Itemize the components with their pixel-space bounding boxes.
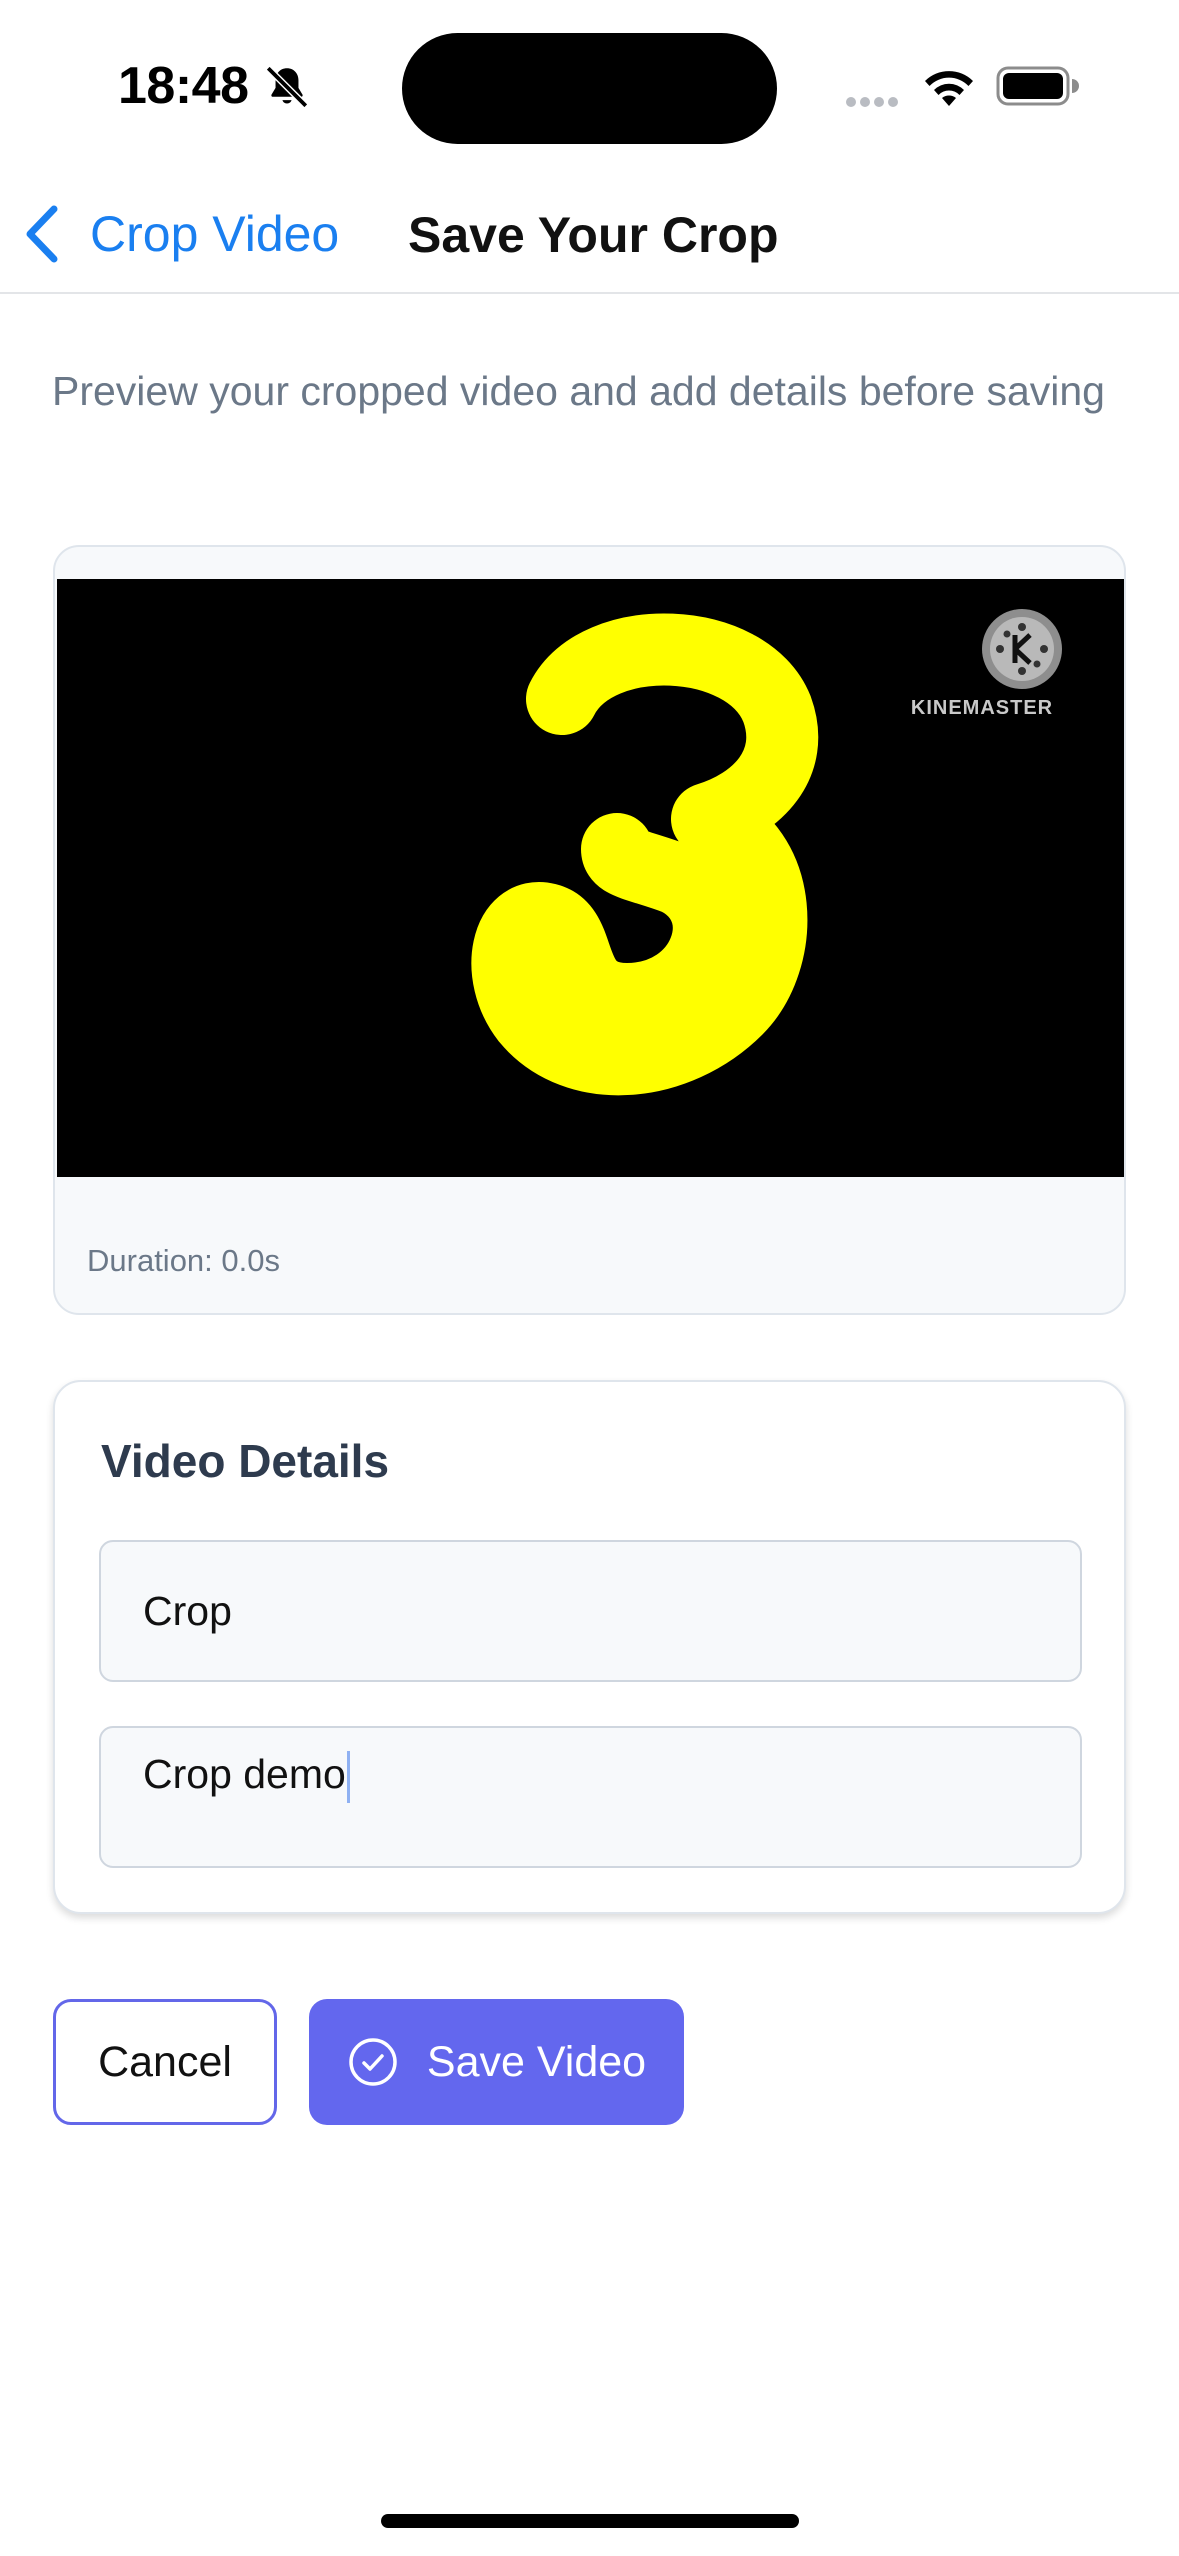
wifi-icon	[925, 71, 973, 106]
home-indicator[interactable]	[381, 2514, 799, 2528]
back-button-label: Crop Video	[90, 206, 340, 262]
save-button-label: Save Video	[426, 2037, 647, 2086]
details-heading: Video Details	[101, 1435, 390, 1487]
cancel-button[interactable]: Cancel	[53, 1999, 277, 2125]
watermark-label: KINEMASTER	[910, 697, 1054, 719]
status-bar: 18:48	[0, 0, 1179, 170]
dynamic-island	[402, 33, 777, 144]
back-button[interactable]: Crop Video	[22, 194, 339, 274]
bell-slash-icon	[265, 65, 309, 109]
page-title: Save Your Crop	[408, 207, 779, 263]
page-subtitle: Preview your cropped video and add detai…	[52, 368, 1105, 414]
title-input[interactable]: Crop	[99, 1540, 1082, 1682]
video-player[interactable]: KINEMASTER	[57, 579, 1124, 1177]
text-caret	[346, 1751, 350, 1804]
status-time: 18:48	[118, 57, 249, 115]
video-details-card: Video Details Crop Crop demo	[53, 1380, 1126, 1914]
title-input-value: Crop	[143, 1588, 232, 1634]
save-video-button[interactable]: Save Video	[309, 1999, 684, 2125]
chevron-left-icon	[26, 205, 58, 263]
cancel-button-label: Cancel	[98, 2037, 232, 2086]
video-preview-card: KINEMASTER Duration: 0.0s	[53, 545, 1126, 1315]
description-input-value: Crop demo	[143, 1751, 346, 1797]
video-frame-image	[57, 579, 1124, 1177]
description-input[interactable]: Crop demo	[99, 1726, 1082, 1868]
save-crop-screen: 18:48 Crop Video Save Your Crop Preview …	[0, 0, 1179, 2556]
duration-label: Duration: 0.0s	[87, 1243, 280, 1278]
signal-dots-icon	[846, 94, 902, 112]
check-circle-icon	[349, 2038, 397, 2086]
navigation-bar: Crop Video Save Your Crop	[0, 170, 1179, 294]
battery-icon	[996, 66, 1079, 106]
